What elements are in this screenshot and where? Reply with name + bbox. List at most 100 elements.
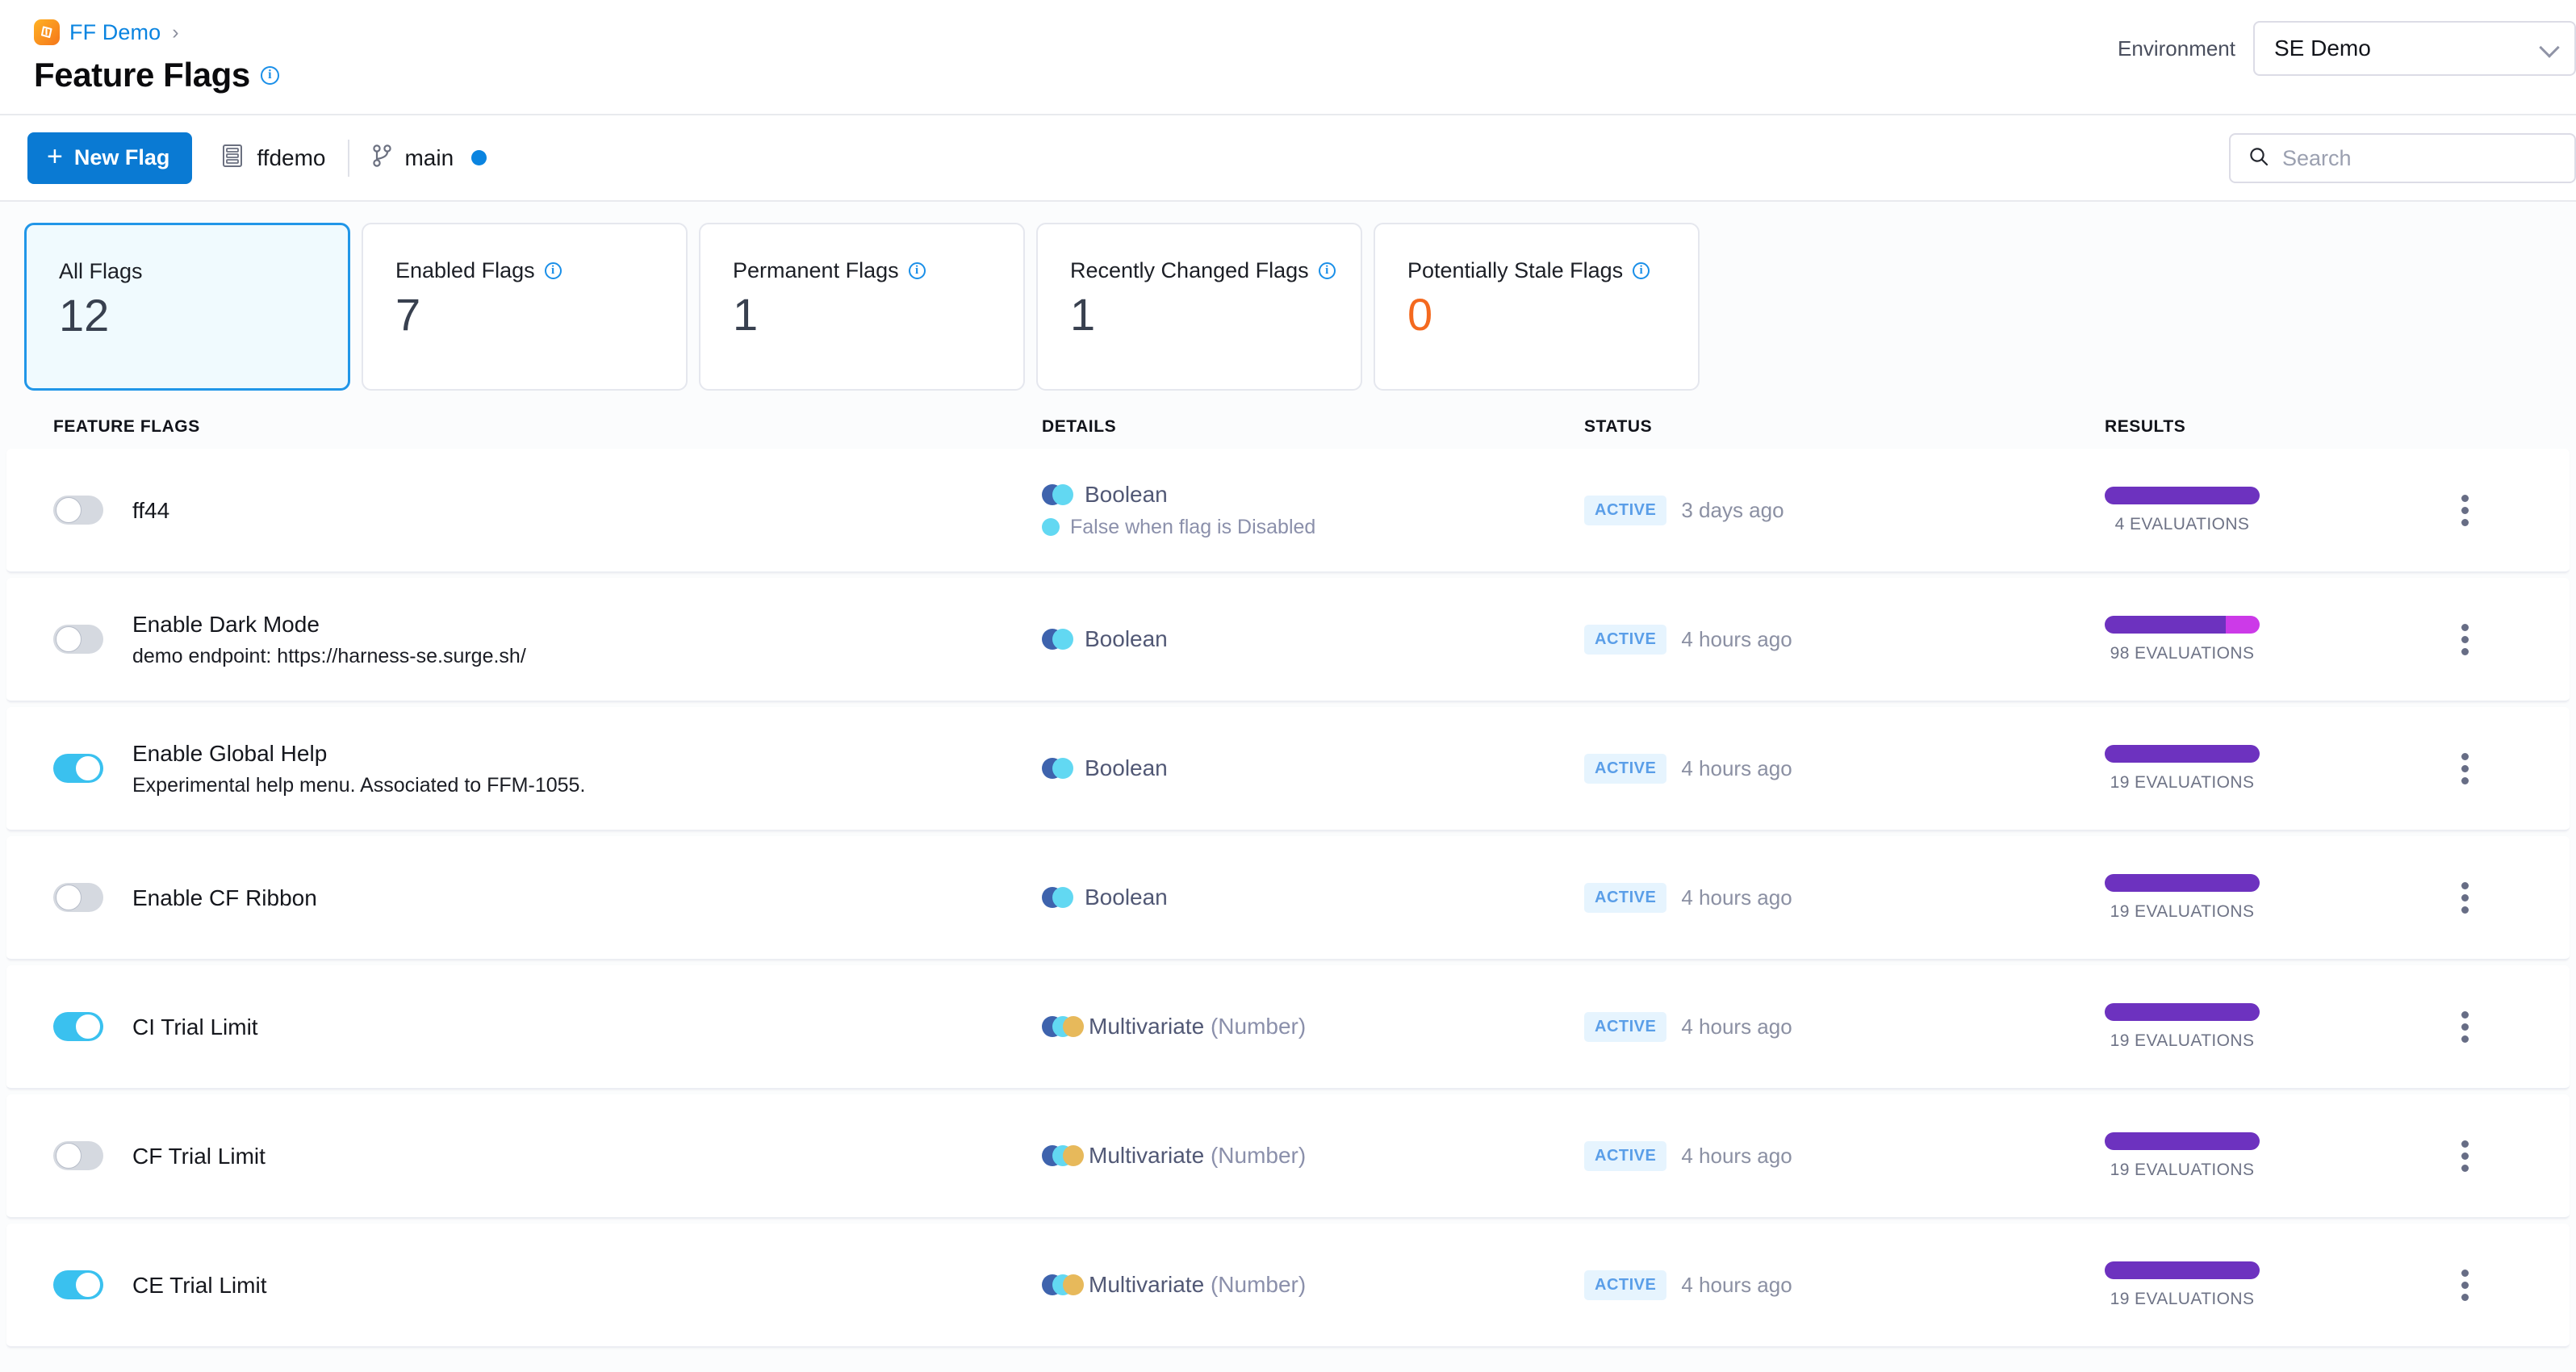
stat-card-all-flags[interactable]: All Flags 12 [24, 223, 350, 391]
variation-type-name: Boolean [1085, 755, 1168, 780]
more-options-icon[interactable] [2444, 1264, 2486, 1306]
table-row[interactable]: Enable CF Ribbon Boolean ACTIVE 4 hours ago… [6, 836, 2570, 960]
blue-dot-icon [471, 150, 487, 165]
flag-toggle[interactable] [53, 1270, 103, 1299]
boolean-variation-icon [1042, 758, 1073, 779]
evaluations-bar [2105, 1261, 2260, 1279]
new-flag-button[interactable]: + New Flag [27, 132, 193, 184]
flag-description: Experimental help menu. Associated to FF… [132, 774, 586, 797]
table-row[interactable]: Enable Global Help Experimental help menu… [6, 707, 2570, 831]
flag-name[interactable]: Enable CF Ribbon [132, 884, 317, 912]
status-badge: ACTIVE [1584, 882, 1667, 913]
variation-type: Boolean [1085, 885, 1168, 910]
column-header-results: RESULTS [2105, 417, 2186, 436]
toggle-knob [75, 1014, 101, 1039]
table-row[interactable]: CE Trial Limit Multivariate (Number) ACTIV… [6, 1224, 2570, 1348]
flag-text: CF Trial Limit [132, 1142, 266, 1170]
environment-value: SE Demo [2274, 36, 2371, 61]
table-row[interactable]: Enable Dark Mode demo endpoint: https://h… [6, 578, 2570, 702]
page-title-info-icon[interactable]: i [260, 65, 279, 85]
stat-card-label-row: Recently Changed Flags i [1070, 258, 1361, 283]
flag-toggle[interactable] [53, 496, 103, 525]
variation-type-subtype: (Number) [1210, 1143, 1307, 1168]
flag-text: Enable Dark Mode demo endpoint: https://h… [132, 610, 526, 668]
flag-toggle[interactable] [53, 625, 103, 654]
info-icon[interactable]: i [908, 262, 926, 279]
last-updated: 4 hours ago [1681, 626, 1792, 651]
details-cell: Boolean [1042, 885, 1584, 910]
flag-name[interactable]: ff44 [132, 496, 169, 525]
variation-type-line: Boolean [1042, 482, 1584, 508]
boolean-variation-icon [1042, 483, 1073, 505]
details-cell: Multivariate (Number) [1042, 1272, 1584, 1298]
flag-name[interactable]: Enable Global Help [132, 739, 585, 768]
flag-description: demo endpoint: https://harness-se.surge.… [132, 645, 526, 667]
action-bar: + New Flag ffdemo main Search [0, 115, 2576, 202]
last-updated: 4 hours ago [1681, 885, 1792, 910]
flag-toggle[interactable] [53, 754, 103, 783]
table-row[interactable]: CF Trial Limit Multivariate (Number) ACTIV… [6, 1094, 2570, 1219]
last-updated: 4 hours ago [1681, 755, 1792, 780]
more-options-icon[interactable] [2444, 876, 2486, 918]
toggle-knob [75, 1272, 101, 1298]
info-icon[interactable]: i [1633, 262, 1650, 279]
branch-selector[interactable]: main [372, 144, 487, 172]
breadcrumb-separator: › [172, 20, 179, 44]
details-cell: Multivariate (Number) [1042, 1143, 1584, 1169]
stat-card-label: Recently Changed Flags [1070, 258, 1309, 282]
flag-name[interactable]: Enable Dark Mode [132, 610, 526, 638]
breadcrumb-project-link[interactable]: FF Demo [69, 20, 161, 45]
more-options-icon[interactable] [2444, 489, 2486, 531]
more-options-icon[interactable] [2444, 1006, 2486, 1048]
results-cell: 4 EVALUATIONS [2105, 486, 2484, 534]
status-cell: ACTIVE 3 days ago [1584, 495, 2105, 525]
stat-card-enabled-flags[interactable]: Enabled Flags i 7 [362, 223, 688, 391]
table-row[interactable]: ff44 Boolean False when flag is Disabled AC… [6, 449, 2570, 573]
variation-type-subtype: (Number) [1210, 1272, 1307, 1297]
variation-type-line: Boolean [1042, 755, 1584, 781]
info-icon[interactable]: i [1318, 262, 1336, 279]
stat-card-label-row: Permanent Flags i [733, 258, 1023, 283]
stat-card-permanent-flags[interactable]: Permanent Flags i 1 [699, 223, 1025, 391]
flag-name[interactable]: CE Trial Limit [132, 1271, 266, 1299]
environment-select[interactable]: SE Demo [2253, 21, 2576, 76]
variation-type-name: Multivariate [1089, 1014, 1205, 1039]
variation-type-name: Multivariate [1089, 1143, 1205, 1168]
info-icon[interactable]: i [544, 262, 562, 279]
stat-cards: All Flags 12 Enabled Flags i 7 Permanent Flag… [0, 202, 2576, 391]
search-box[interactable]: Search [2229, 133, 2576, 183]
boolean-variation-icon [1042, 629, 1073, 650]
stat-card-value: 7 [395, 289, 421, 340]
stat-card-value: 12 [59, 290, 110, 341]
evaluations-bar [2105, 1131, 2260, 1150]
table-row[interactable]: CI Trial Limit Multivariate (Number) ACTIV… [6, 965, 2570, 1090]
search-input[interactable]: Search [2282, 146, 2352, 171]
last-updated: 4 hours ago [1681, 1272, 1792, 1297]
evaluations-count: 19 EVALUATIONS [2110, 772, 2255, 792]
more-options-icon[interactable] [2444, 1135, 2486, 1177]
variation-type: Boolean [1085, 482, 1168, 508]
results-cell: 19 EVALUATIONS [2105, 1002, 2484, 1051]
more-options-icon[interactable] [2444, 618, 2486, 660]
flag-cell: Enable Dark Mode demo endpoint: https://h… [6, 610, 1042, 668]
flag-toggle[interactable] [53, 1141, 103, 1170]
variation-type-name: Multivariate [1089, 1272, 1205, 1297]
evaluations-bar [2105, 873, 2260, 892]
stat-card-label: All Flags [59, 259, 143, 283]
stat-card-label: Enabled Flags [395, 258, 535, 282]
default-variation-line: False when flag is Disabled [1042, 516, 1584, 539]
flag-name[interactable]: CI Trial Limit [132, 1013, 258, 1041]
stat-card-recently-changed-flags[interactable]: Recently Changed Flags i 1 [1036, 223, 1362, 391]
status-badge: ACTIVE [1584, 1011, 1667, 1042]
details-cell: Multivariate (Number) [1042, 1014, 1584, 1039]
more-options-icon[interactable] [2444, 747, 2486, 789]
flag-name[interactable]: CF Trial Limit [132, 1142, 266, 1170]
stat-card-potentially-stale-flags[interactable]: Potentially Stale Flags i 0 [1374, 223, 1700, 391]
flag-toggle[interactable] [53, 1012, 103, 1041]
multivariate-variation-icon [1042, 1016, 1084, 1037]
stat-card-value: 1 [1070, 289, 1096, 340]
repository-icon [221, 144, 244, 172]
flag-toggle[interactable] [53, 883, 103, 912]
repository-selector[interactable]: ffdemo [221, 144, 325, 172]
variation-type: Multivariate (Number) [1089, 1014, 1306, 1039]
